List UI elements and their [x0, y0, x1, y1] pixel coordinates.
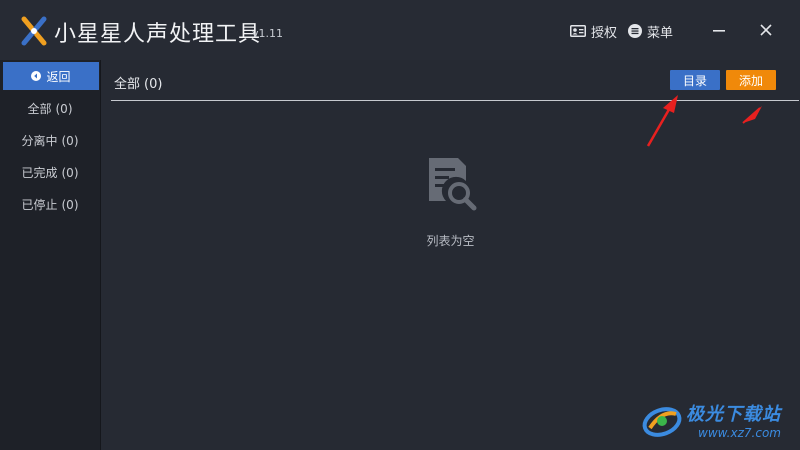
filter-title: 全部 (0)	[114, 73, 162, 92]
sidebar-item-separating[interactable]: 分离中 (0)	[0, 129, 100, 153]
back-button[interactable]: 返回	[3, 62, 99, 90]
license-card-icon	[570, 25, 586, 37]
main-panel: 全部 (0) 目录 添加 列表为空	[101, 60, 800, 450]
sidebar-item-count: (0)	[55, 102, 73, 116]
document-search-icon	[429, 158, 477, 211]
sidebar-item-label: 分离中	[21, 134, 58, 148]
menu-button[interactable]: 菜单	[628, 22, 674, 41]
filter-label: 全部	[114, 77, 141, 92]
add-button[interactable]: 添加	[726, 70, 776, 90]
filter-count: (0)	[144, 77, 163, 92]
header-divider	[111, 100, 799, 101]
license-button[interactable]: 授权	[570, 22, 618, 41]
minimize-icon	[713, 30, 725, 32]
menu-icon	[628, 24, 642, 38]
license-label: 授权	[591, 25, 618, 41]
sidebar-item-label: 全部	[27, 102, 52, 116]
sidebar-item-label: 已停止	[21, 198, 58, 212]
title-bar: 小星星人声处理工具 v1.11 授权 菜单	[0, 0, 800, 60]
sidebar-item-count: (0)	[61, 166, 79, 180]
app-version: v1.11	[252, 27, 284, 40]
watermark: 极光下载站 www.xz7.com	[640, 398, 795, 446]
sidebar-item-count: (0)	[61, 198, 79, 212]
close-icon	[760, 24, 772, 36]
app-title: 小星星人声处理工具	[54, 22, 262, 47]
watermark-text: 极光下载站	[686, 404, 781, 425]
sidebar-item-stopped[interactable]: 已停止 (0)	[0, 193, 100, 217]
sidebar-item-completed[interactable]: 已完成 (0)	[0, 161, 100, 185]
minimize-button[interactable]	[707, 18, 731, 42]
watermark-logo-icon	[642, 407, 682, 437]
watermark-url: www.xz7.com	[698, 426, 781, 440]
app-logo-icon	[21, 16, 47, 46]
sidebar-item-count: (0)	[61, 134, 79, 148]
back-label: 返回	[46, 69, 71, 84]
menu-label: 菜单	[647, 25, 674, 41]
sidebar: 返回 全部 (0) 分离中 (0) 已完成 (0) 已停止 (0)	[0, 60, 101, 450]
empty-list-text: 列表为空	[426, 234, 475, 248]
sidebar-item-all[interactable]: 全部 (0)	[0, 97, 100, 121]
sidebar-item-label: 已完成	[21, 166, 58, 180]
back-arrow-icon	[31, 71, 42, 81]
close-button[interactable]	[754, 18, 778, 42]
directory-button[interactable]: 目录	[670, 70, 720, 90]
